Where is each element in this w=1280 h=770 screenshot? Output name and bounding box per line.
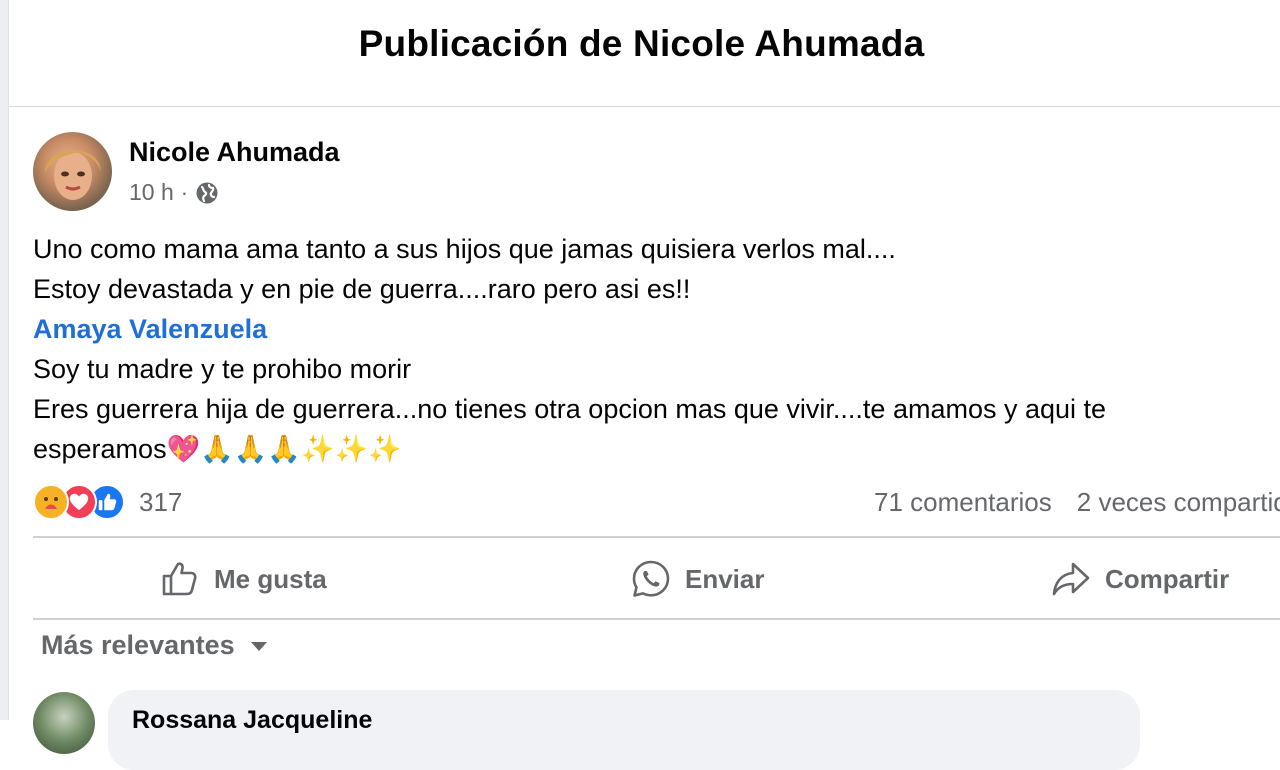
post-line-1: Uno como mama ama tanto a sus hijos que … <box>33 234 896 264</box>
post-line-6: esperamos💖🙏🙏🙏✨✨✨ <box>33 434 402 464</box>
page-title: Publicación de Nicole Ahumada <box>358 23 925 64</box>
globe-icon[interactable] <box>195 181 219 205</box>
post-author-name[interactable]: Nicole Ahumada <box>129 137 340 168</box>
post-line-4: Soy tu madre y te prohibo morir <box>33 354 412 384</box>
post-body: Uno como mama ama tanto a sus hijos que … <box>33 229 1273 469</box>
engagement-counts: 71 comentarios 2 veces compartido <box>874 487 1280 518</box>
thumbs-up-icon <box>162 562 197 596</box>
whatsapp-icon <box>632 560 670 597</box>
care-emoji-icon <box>33 484 69 520</box>
author-avatar[interactable] <box>33 132 112 211</box>
send-button[interactable]: Enviar <box>631 557 765 601</box>
like-button[interactable]: Me gusta <box>160 557 327 601</box>
commenter-avatar[interactable] <box>33 692 95 754</box>
reaction-count[interactable]: 317 <box>139 487 182 518</box>
like-button-label: Me gusta <box>214 563 327 594</box>
caret-down-icon <box>250 641 267 651</box>
left-window-edge <box>0 0 9 720</box>
comment-author-name[interactable]: Rossana Jacqueline <box>132 706 372 735</box>
comment-sort-dropdown[interactable]: Más relevantes <box>41 630 269 661</box>
divider <box>33 536 1280 538</box>
mention-link[interactable]: Amaya Valenzuela <box>33 309 1273 349</box>
post-timestamp[interactable]: 10 h <box>129 179 174 206</box>
share-button-label: Compartir <box>1105 563 1230 594</box>
shares-count-link[interactable]: 2 veces compartido <box>1077 487 1280 518</box>
comments-count-link[interactable]: 71 comentarios <box>874 487 1052 518</box>
meta-separator: · <box>180 179 189 205</box>
post-header: Publicación de Nicole Ahumada <box>9 0 1280 107</box>
avatar-portrait-icon <box>45 150 101 200</box>
comment-bubble: Rossana Jacqueline <box>108 690 1140 770</box>
share-arrow-icon <box>1052 562 1090 596</box>
post-line-5: Eres guerrera hija de guerrera...no tien… <box>33 394 1107 424</box>
reaction-summary[interactable]: 317 <box>33 484 182 520</box>
send-button-label: Enviar <box>685 563 765 594</box>
divider <box>33 618 1280 620</box>
post-meta: 10 h · <box>129 179 219 206</box>
post-line-2: Estoy devastada y en pie de guerra....ra… <box>33 274 691 304</box>
sort-label: Más relevantes <box>41 630 235 660</box>
share-button[interactable]: Compartir <box>1051 557 1229 601</box>
